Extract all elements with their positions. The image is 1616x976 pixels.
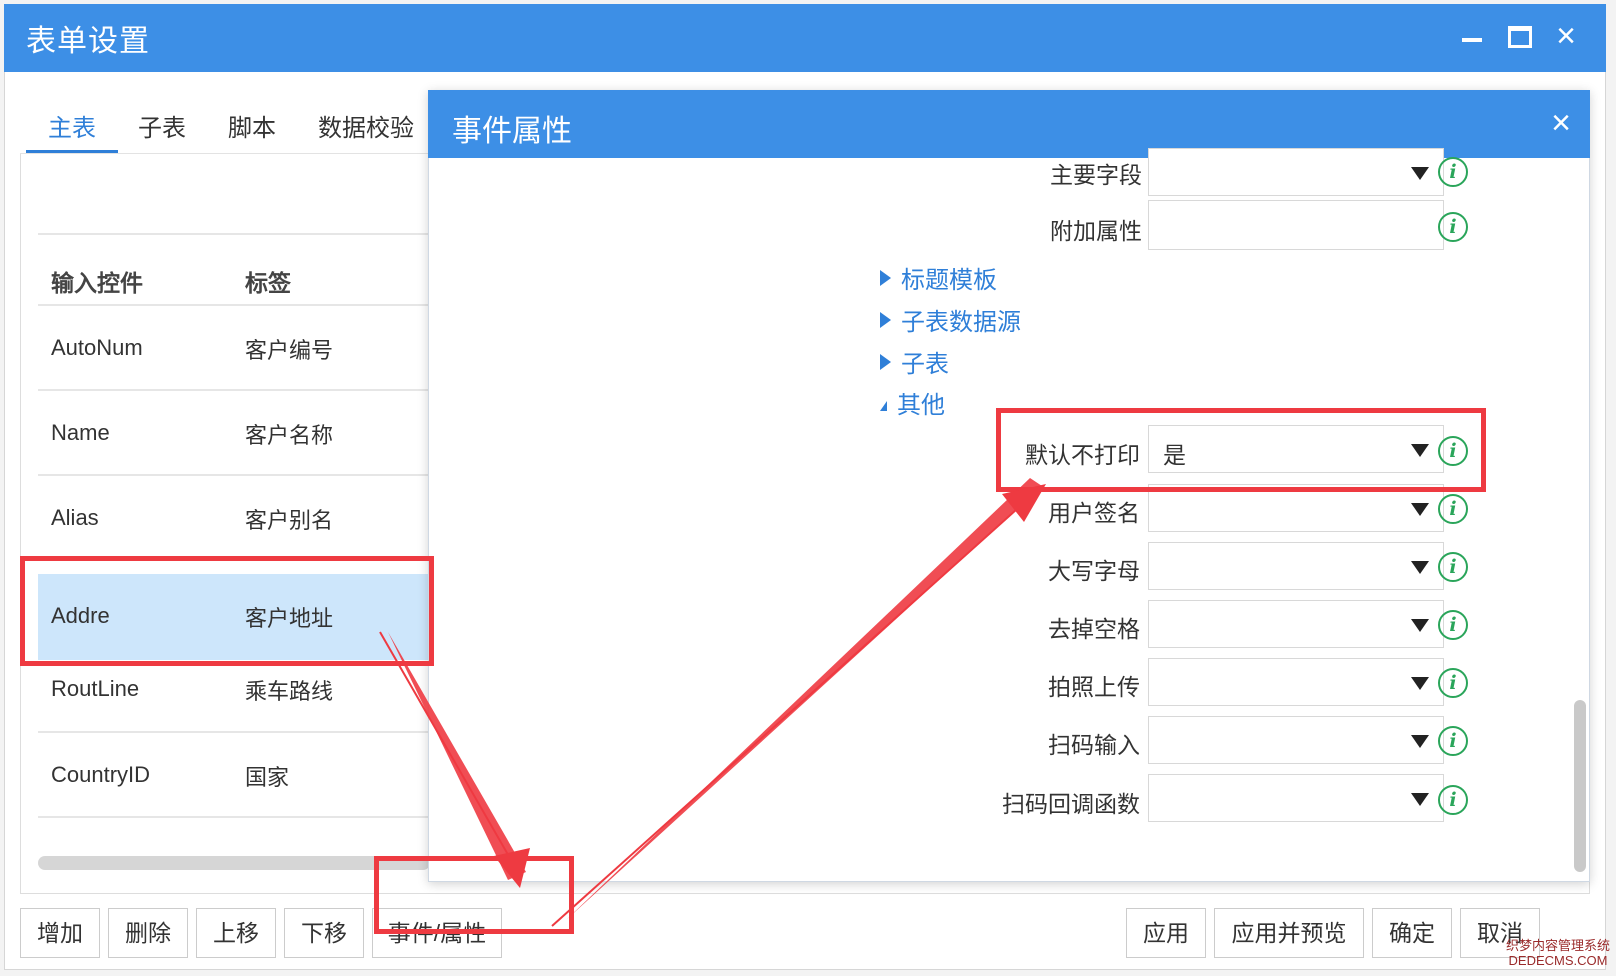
arrow-shaft — [566, 478, 1042, 920]
watermark: 织梦内容管理系统 DEDECMS.COM — [1506, 938, 1610, 968]
watermark-line: 织梦内容管理系统 — [1506, 938, 1611, 953]
annotation-arrows — [379, 478, 1046, 927]
watermark-line: DEDECMS.COM — [1508, 953, 1608, 968]
arrow-shaft — [388, 632, 526, 880]
